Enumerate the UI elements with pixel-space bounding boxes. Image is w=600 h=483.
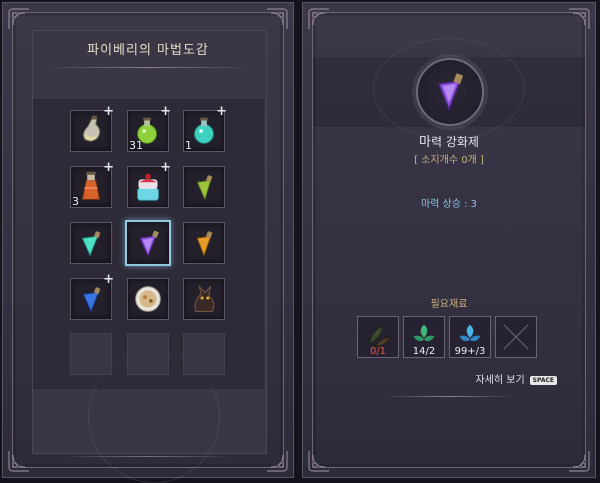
ornament-corner-icon bbox=[307, 7, 331, 31]
ornament-corner-icon bbox=[567, 449, 591, 473]
item-name: 마력 강화제 bbox=[303, 131, 595, 150]
item-slot-8[interactable] bbox=[125, 220, 171, 266]
purple-gem-icon bbox=[139, 230, 159, 258]
item-slot-6[interactable] bbox=[183, 166, 225, 208]
ornament-corner-icon bbox=[567, 7, 591, 31]
new-item-plus-icon: + bbox=[103, 272, 114, 287]
owned-count: [ 소지개수 0개 ] bbox=[414, 155, 484, 166]
purple-gem-icon bbox=[437, 73, 464, 112]
item-slot-4[interactable]: + 3 bbox=[70, 161, 114, 208]
view-details-label: 자세히 보기 bbox=[475, 375, 525, 386]
teal-gem-icon bbox=[81, 231, 101, 257]
item-slot-1[interactable]: + bbox=[70, 105, 114, 152]
selected-item-icon bbox=[416, 58, 484, 126]
item-slot-14 bbox=[127, 333, 169, 375]
new-item-plus-icon: + bbox=[216, 104, 227, 119]
dragon-figure-icon bbox=[194, 285, 215, 312]
material-slot-2[interactable]: 14/2 bbox=[403, 316, 445, 358]
item-name-first: 마 bbox=[419, 135, 431, 150]
new-item-plus-icon: + bbox=[103, 160, 114, 175]
material-quantity: 14/2 bbox=[412, 346, 436, 357]
item-name-rest: 력 강화제 bbox=[430, 135, 479, 149]
new-item-plus-icon: + bbox=[160, 104, 171, 119]
item-slot-10[interactable]: + bbox=[70, 273, 114, 320]
title-divider bbox=[45, 67, 251, 68]
new-item-plus-icon: + bbox=[160, 160, 171, 175]
soup-bowl-icon bbox=[135, 286, 161, 312]
item-slot-15 bbox=[183, 333, 225, 375]
material-slot-4 bbox=[495, 316, 537, 358]
item-detail-panel: 마력 강화제 [ 소지개수 0개 ] 마력 상승 : 3 필요재료 0/1 14… bbox=[302, 2, 596, 478]
material-quantity: 99+/3 bbox=[454, 346, 486, 357]
view-details-link[interactable]: 자세히 보기 SPACE bbox=[475, 371, 557, 386]
stat-bonus: 마력 상승 : 3 bbox=[420, 199, 478, 210]
item-count: 31 bbox=[129, 139, 143, 152]
empty-cross-icon bbox=[503, 324, 529, 350]
item-slot-7[interactable] bbox=[70, 222, 112, 264]
item-count: 3 bbox=[72, 195, 79, 208]
item-slot-3[interactable]: + 1 bbox=[183, 105, 227, 152]
item-slot-12[interactable] bbox=[183, 278, 225, 320]
item-count: 1 bbox=[185, 139, 192, 152]
ornament-corner-icon bbox=[307, 449, 331, 473]
item-slot-11[interactable] bbox=[127, 278, 169, 320]
bottom-divider bbox=[61, 456, 235, 457]
item-slot-2[interactable]: + 31 bbox=[127, 105, 171, 152]
ornament-corner-icon bbox=[265, 7, 289, 31]
green-gem-icon bbox=[196, 175, 213, 201]
ornament-corner-icon bbox=[7, 7, 31, 31]
space-key-badge: SPACE bbox=[529, 375, 557, 385]
collection-panel: 파이베리의 마법도감 + + 31 + 1 + 3 + + bbox=[2, 2, 294, 483]
orange-gem-icon bbox=[196, 231, 213, 257]
required-materials-label: 필요재료 bbox=[430, 299, 468, 310]
item-slot-13 bbox=[70, 333, 112, 375]
item-slot-9[interactable] bbox=[183, 222, 225, 264]
ornament-corner-icon bbox=[7, 449, 31, 473]
item-slot-5[interactable]: + bbox=[127, 161, 171, 208]
ornament-corner-icon bbox=[265, 449, 289, 473]
material-quantity: 0/1 bbox=[369, 346, 387, 357]
material-slot-3[interactable]: 99+/3 bbox=[449, 316, 491, 358]
new-item-plus-icon: + bbox=[103, 104, 114, 119]
detail-divider bbox=[383, 396, 515, 397]
collection-title: 파이베리의 마법도감 bbox=[87, 43, 209, 58]
material-slot-1[interactable]: 0/1 bbox=[357, 316, 399, 358]
